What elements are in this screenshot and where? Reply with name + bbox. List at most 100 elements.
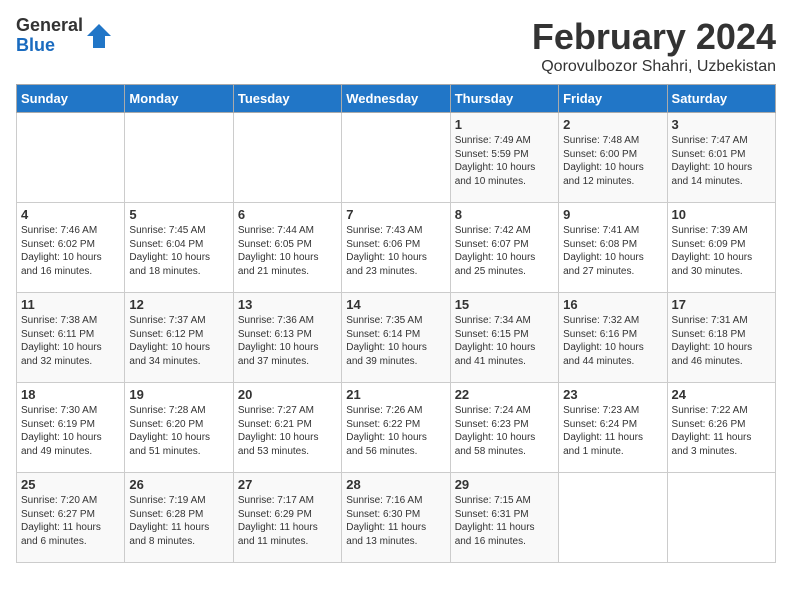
day-number: 5 <box>129 207 228 222</box>
day-info: Sunrise: 7:16 AM Sunset: 6:30 PM Dayligh… <box>346 495 426 547</box>
logo: General Blue <box>16 16 113 56</box>
day-info: Sunrise: 7:23 AM Sunset: 6:24 PM Dayligh… <box>563 405 643 457</box>
calendar-cell: 18 Sunrise: 7:30 AM Sunset: 6:19 PM Dayli… <box>17 383 125 473</box>
day-number: 4 <box>21 207 120 222</box>
day-info: Sunrise: 7:20 AM Sunset: 6:27 PM Dayligh… <box>21 495 101 547</box>
calendar-subtitle: Qorovulbozor Shahri, Uzbekistan <box>532 58 776 76</box>
day-info: Sunrise: 7:44 AM Sunset: 6:05 PM Dayligh… <box>238 225 319 277</box>
day-info: Sunrise: 7:24 AM Sunset: 6:23 PM Dayligh… <box>455 405 536 457</box>
day-number: 24 <box>672 387 771 402</box>
day-number: 7 <box>346 207 445 222</box>
calendar-cell: 20 Sunrise: 7:27 AM Sunset: 6:21 PM Dayli… <box>233 383 341 473</box>
calendar-cell: 5 Sunrise: 7:45 AM Sunset: 6:04 PM Daylig… <box>125 203 233 293</box>
calendar-cell: 16Sunrise: 7:32 AM Sunset: 6:16 PM Dayli… <box>559 293 667 383</box>
weekday-header-wednesday: Wednesday <box>342 85 450 113</box>
day-number: 13 <box>238 297 337 312</box>
day-number: 18 <box>21 387 120 402</box>
calendar-table: SundayMondayTuesdayWednesdayThursdayFrid… <box>16 84 776 563</box>
weekday-header-tuesday: Tuesday <box>233 85 341 113</box>
calendar-week-3: 11Sunrise: 7:38 AM Sunset: 6:11 PM Dayli… <box>17 293 776 383</box>
calendar-week-2: 4 Sunrise: 7:46 AM Sunset: 6:02 PM Daylig… <box>17 203 776 293</box>
weekday-header-friday: Friday <box>559 85 667 113</box>
day-info: Sunrise: 7:19 AM Sunset: 6:28 PM Dayligh… <box>129 495 209 547</box>
day-number: 29 <box>455 477 554 492</box>
day-info: Sunrise: 7:31 AM Sunset: 6:18 PM Dayligh… <box>672 315 753 367</box>
weekday-header-row: SundayMondayTuesdayWednesdayThursdayFrid… <box>17 85 776 113</box>
day-info: Sunrise: 7:15 AM Sunset: 6:31 PM Dayligh… <box>455 495 535 547</box>
day-info: Sunrise: 7:43 AM Sunset: 6:06 PM Dayligh… <box>346 225 427 277</box>
day-info: Sunrise: 7:48 AM Sunset: 6:00 PM Dayligh… <box>563 135 644 187</box>
day-info: Sunrise: 7:45 AM Sunset: 6:04 PM Dayligh… <box>129 225 210 277</box>
calendar-cell <box>667 473 775 563</box>
day-info: Sunrise: 7:27 AM Sunset: 6:21 PM Dayligh… <box>238 405 319 457</box>
calendar-cell: 7 Sunrise: 7:43 AM Sunset: 6:06 PM Daylig… <box>342 203 450 293</box>
calendar-cell: 25 Sunrise: 7:20 AM Sunset: 6:27 PM Dayli… <box>17 473 125 563</box>
day-info: Sunrise: 7:34 AM Sunset: 6:15 PM Dayligh… <box>455 315 536 367</box>
calendar-cell: 26 Sunrise: 7:19 AM Sunset: 6:28 PM Dayli… <box>125 473 233 563</box>
day-number: 25 <box>21 477 120 492</box>
day-number: 2 <box>563 117 662 132</box>
calendar-cell: 15 Sunrise: 7:34 AM Sunset: 6:15 PM Dayli… <box>450 293 558 383</box>
calendar-cell: 11Sunrise: 7:38 AM Sunset: 6:11 PM Dayli… <box>17 293 125 383</box>
day-info: Sunrise: 7:38 AM Sunset: 6:11 PM Dayligh… <box>21 315 102 367</box>
day-number: 9 <box>563 207 662 222</box>
calendar-cell <box>233 113 341 203</box>
calendar-cell: 29 Sunrise: 7:15 AM Sunset: 6:31 PM Dayli… <box>450 473 558 563</box>
calendar-cell <box>342 113 450 203</box>
calendar-cell: 2 Sunrise: 7:48 AM Sunset: 6:00 PM Daylig… <box>559 113 667 203</box>
day-number: 3 <box>672 117 771 132</box>
day-number: 6 <box>238 207 337 222</box>
calendar-week-1: 1Sunrise: 7:49 AM Sunset: 5:59 PM Daylig… <box>17 113 776 203</box>
calendar-week-5: 25 Sunrise: 7:20 AM Sunset: 6:27 PM Dayli… <box>17 473 776 563</box>
calendar-header: SundayMondayTuesdayWednesdayThursdayFrid… <box>17 85 776 113</box>
calendar-cell: 13Sunrise: 7:36 AM Sunset: 6:13 PM Dayli… <box>233 293 341 383</box>
calendar-cell: 27Sunrise: 7:17 AM Sunset: 6:29 PM Dayli… <box>233 473 341 563</box>
calendar-cell: 12Sunrise: 7:37 AM Sunset: 6:12 PM Dayli… <box>125 293 233 383</box>
day-number: 23 <box>563 387 662 402</box>
calendar-cell: 22Sunrise: 7:24 AM Sunset: 6:23 PM Dayli… <box>450 383 558 473</box>
day-info: Sunrise: 7:30 AM Sunset: 6:19 PM Dayligh… <box>21 405 102 457</box>
calendar-cell: 1Sunrise: 7:49 AM Sunset: 5:59 PM Daylig… <box>450 113 558 203</box>
day-info: Sunrise: 7:22 AM Sunset: 6:26 PM Dayligh… <box>672 405 752 457</box>
calendar-cell: 19Sunrise: 7:28 AM Sunset: 6:20 PM Dayli… <box>125 383 233 473</box>
day-info: Sunrise: 7:41 AM Sunset: 6:08 PM Dayligh… <box>563 225 644 277</box>
calendar-cell <box>17 113 125 203</box>
day-number: 1 <box>455 117 554 132</box>
calendar-cell: 9 Sunrise: 7:41 AM Sunset: 6:08 PM Daylig… <box>559 203 667 293</box>
calendar-cell: 14Sunrise: 7:35 AM Sunset: 6:14 PM Dayli… <box>342 293 450 383</box>
calendar-cell: 17Sunrise: 7:31 AM Sunset: 6:18 PM Dayli… <box>667 293 775 383</box>
day-info: Sunrise: 7:26 AM Sunset: 6:22 PM Dayligh… <box>346 405 427 457</box>
day-info: Sunrise: 7:46 AM Sunset: 6:02 PM Dayligh… <box>21 225 102 277</box>
calendar-cell: 21 Sunrise: 7:26 AM Sunset: 6:22 PM Dayli… <box>342 383 450 473</box>
calendar-week-4: 18 Sunrise: 7:30 AM Sunset: 6:19 PM Dayli… <box>17 383 776 473</box>
calendar-cell <box>559 473 667 563</box>
logo-text: General Blue <box>16 16 83 56</box>
weekday-header-saturday: Saturday <box>667 85 775 113</box>
day-number: 14 <box>346 297 445 312</box>
day-info: Sunrise: 7:42 AM Sunset: 6:07 PM Dayligh… <box>455 225 536 277</box>
day-number: 21 <box>346 387 445 402</box>
calendar-cell: 28 Sunrise: 7:16 AM Sunset: 6:30 PM Dayli… <box>342 473 450 563</box>
day-info: Sunrise: 7:28 AM Sunset: 6:20 PM Dayligh… <box>129 405 210 457</box>
day-number: 8 <box>455 207 554 222</box>
weekday-header-thursday: Thursday <box>450 85 558 113</box>
calendar-cell: 10Sunrise: 7:39 AM Sunset: 6:09 PM Dayli… <box>667 203 775 293</box>
day-info: Sunrise: 7:37 AM Sunset: 6:12 PM Dayligh… <box>129 315 210 367</box>
day-number: 20 <box>238 387 337 402</box>
calendar-cell <box>125 113 233 203</box>
weekday-header-sunday: Sunday <box>17 85 125 113</box>
day-number: 26 <box>129 477 228 492</box>
weekday-header-monday: Monday <box>125 85 233 113</box>
day-number: 27 <box>238 477 337 492</box>
logo-icon <box>85 22 113 50</box>
calendar-cell: 3Sunrise: 7:47 AM Sunset: 6:01 PM Daylig… <box>667 113 775 203</box>
calendar-title: February 2024 <box>532 16 776 58</box>
calendar-cell: 8 Sunrise: 7:42 AM Sunset: 6:07 PM Daylig… <box>450 203 558 293</box>
calendar-body: 1Sunrise: 7:49 AM Sunset: 5:59 PM Daylig… <box>17 113 776 563</box>
day-number: 28 <box>346 477 445 492</box>
page-header: General Blue February 2024 Qorovulbozor … <box>16 16 776 76</box>
logo-general: General <box>16 16 83 36</box>
day-info: Sunrise: 7:39 AM Sunset: 6:09 PM Dayligh… <box>672 225 753 277</box>
calendar-cell: 23 Sunrise: 7:23 AM Sunset: 6:24 PM Dayli… <box>559 383 667 473</box>
day-number: 15 <box>455 297 554 312</box>
